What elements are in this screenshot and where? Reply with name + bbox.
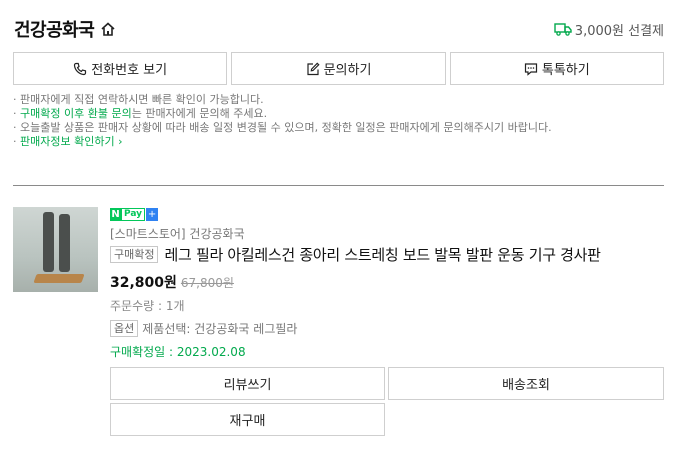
option-row: 옵션 제품선택: 건강공화국 레그필라 (110, 319, 665, 337)
talk-button[interactable]: 톡톡하기 (449, 52, 664, 85)
product-title-row[interactable]: 구매확정 레그 필라 아킬레스건 종아리 스트레칭 보드 발목 발판 운동 기구… (110, 244, 665, 264)
notice-item: 판매자에게 직접 연락하시면 빠른 확인이 가능합니다. (13, 93, 664, 107)
product-info: N Pay + [스마트스토어] 건강공화국 구매확정 레그 필라 아킬레스건 … (110, 206, 665, 359)
npay-badge: N Pay + (110, 206, 665, 222)
npay-n-logo: N (110, 207, 121, 221)
notice-list: 판매자에게 직접 연락하시면 빠른 확인이 가능합니다. 구매확정 이후 환불 … (13, 93, 664, 149)
phone-button-label: 전화번호 보기 (91, 63, 168, 78)
thumbnail-leg-left (43, 212, 54, 272)
phone-button[interactable]: 전화번호 보기 (13, 52, 228, 85)
sale-price: 32,800원 (110, 275, 177, 291)
price-row: 32,800원 67,800원 (110, 272, 665, 291)
npay-pay-label: Pay (121, 207, 146, 221)
notice-item: 판매자정보 확인하기 › (13, 135, 664, 149)
edit-icon (306, 61, 320, 76)
npay-plus-icon: + (146, 207, 159, 221)
seller-info-link[interactable]: 판매자정보 확인하기 › (20, 135, 122, 148)
inquiry-button[interactable]: 문의하기 (231, 52, 446, 85)
chat-icon (524, 62, 538, 76)
tracking-button[interactable]: 배송조회 (388, 367, 664, 400)
status-badge: 구매확정 (110, 245, 159, 263)
original-price: 67,800원 (180, 276, 234, 290)
thumbnail-leg-right (59, 214, 70, 272)
shipping-info: 3,000원 선결제 (554, 20, 664, 39)
reorder-button[interactable]: 재구매 (110, 403, 385, 436)
phone-icon (73, 62, 87, 76)
notice-item: 구매확정 이후 환불 문의는 판매자에게 문의해 주세요. (13, 107, 664, 121)
talk-button-label: 톡톡하기 (541, 63, 590, 78)
thumbnail-board (33, 274, 85, 283)
store-tag: [스마트스토어] 건강공화국 (110, 227, 245, 241)
divider (13, 185, 664, 186)
inquiry-button-label: 문의하기 (323, 63, 372, 78)
notice-item: 오늘출발 상품은 판매자 상황에 따라 배송 일정 변경될 수 있으며, 정확한… (13, 121, 664, 135)
order-quantity: 주문수량 : 1개 (110, 299, 185, 313)
product-title[interactable]: 레그 필라 아킬레스건 종아리 스트레칭 보드 발목 발판 운동 기구 경사판 (164, 244, 600, 265)
product-thumbnail[interactable] (13, 207, 98, 292)
store-name[interactable]: 건강공화국 (14, 16, 95, 42)
refund-inquiry-highlight: 구매확정 이후 환불 문의 (20, 107, 132, 120)
home-icon[interactable] (100, 21, 116, 37)
purchase-confirm-date: 구매확정일 : 2023.02.08 (110, 345, 246, 359)
chevron-right-icon: › (118, 135, 123, 148)
review-button[interactable]: 리뷰쓰기 (110, 367, 385, 400)
seller-actions: 전화번호 보기 문의하기 톡톡하기 (13, 52, 664, 85)
store-header: 건강공화국 3,000원 선결제 (14, 16, 664, 42)
shipping-text: 3,000원 선결제 (574, 23, 664, 39)
option-badge: 옵션 (110, 319, 139, 337)
option-text: 제품선택: 건강공화국 레그필라 (142, 321, 298, 336)
truck-icon (554, 22, 572, 36)
